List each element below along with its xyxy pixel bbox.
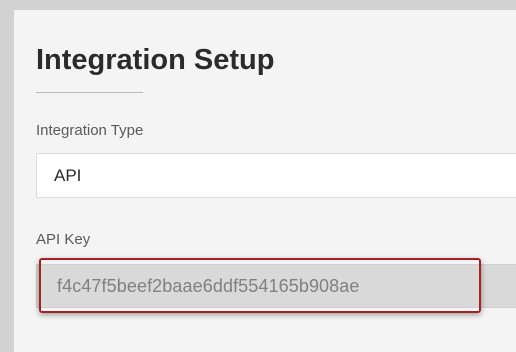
integration-type-value: API xyxy=(54,166,82,185)
integration-setup-panel: Integration Setup Integration Type API A… xyxy=(14,10,516,352)
integration-type-label: Integration Type xyxy=(36,122,144,139)
title-divider xyxy=(36,92,143,93)
page-title: Integration Setup xyxy=(36,44,275,76)
api-key-value[interactable]: f4c47f5beef2baae6ddf554165b908ae xyxy=(57,275,360,297)
api-key-label: API Key xyxy=(36,231,91,248)
integration-type-field[interactable]: API xyxy=(36,153,516,198)
